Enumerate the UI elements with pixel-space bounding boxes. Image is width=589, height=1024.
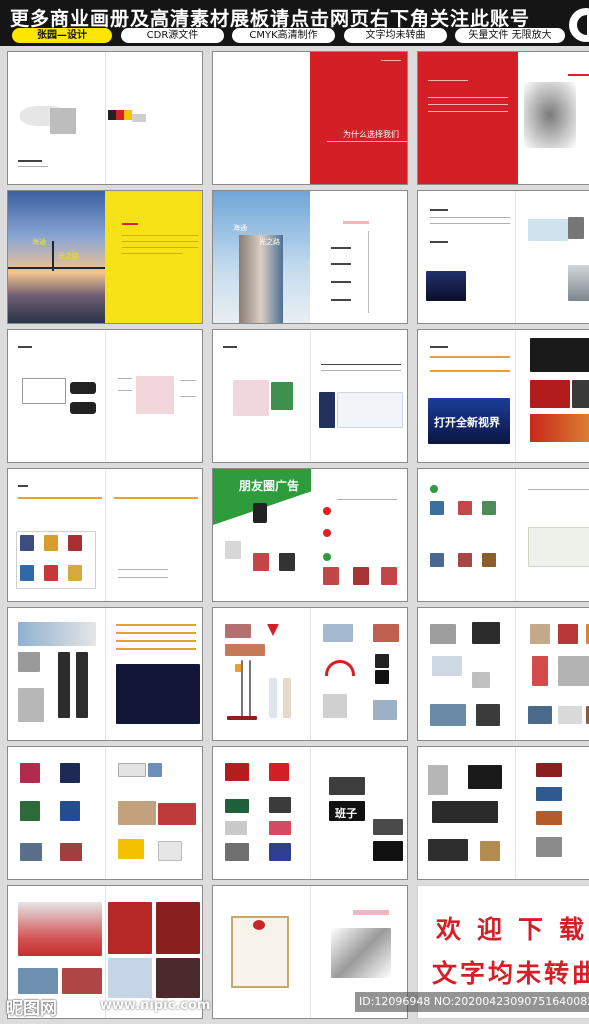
spread-building: 海通 光之路 [212, 190, 408, 324]
tag-text: 文字均未转曲 [344, 28, 447, 43]
promo-header: 更多商业画册及高清素材展板请点击网页右下角关注此账号 张园—设计 CDR源文件 … [0, 0, 589, 46]
calligraphy-banner [528, 219, 568, 241]
spread-green-ad: 朋友圈广告 [212, 468, 408, 602]
spread-red-title: 为什么选择我们 [212, 51, 408, 185]
event-banner-text: 打开全新视界 [434, 416, 500, 429]
blurred-logo [50, 108, 76, 134]
watermark-url[interactable]: www.nipic.com [100, 998, 210, 1013]
watermark-logo: 昵图网 [6, 999, 57, 1019]
spread-text-photos [417, 190, 589, 324]
watermark-id: ID:12096948 NO:20200423090751640082 [355, 992, 589, 1012]
spread-product-list [7, 329, 203, 463]
spread-screens: 打开全新视界 [417, 329, 589, 463]
spread-neon [417, 746, 589, 880]
slogan-top-2: 海通 [233, 224, 247, 232]
tag-designer: 张园—设计 [12, 28, 112, 43]
account-logo-icon [569, 8, 589, 42]
spread-red-horse [417, 51, 589, 185]
tag-cmyk: CMYK高清制作 [232, 28, 335, 43]
green-ad-title: 朋友圈广告 [239, 479, 300, 493]
slogan-top: 海通 [32, 238, 46, 246]
team-silhouette-graphic [331, 928, 391, 978]
spread-signs [7, 746, 203, 880]
spread-cover [7, 51, 203, 185]
horse-photo [524, 82, 576, 148]
spread-product-table [212, 329, 408, 463]
welcome-line-1: 欢迎下载 [436, 915, 589, 944]
culture-wall-photo [18, 902, 102, 956]
spread-bridge: 海通 光之路 [7, 190, 203, 324]
tag-vector: 矢量文件 无限放大 [455, 28, 565, 43]
promo-title: 更多商业画册及高清素材展板请点击网页右下角关注此账号 [10, 8, 531, 30]
spread-heading: 为什么选择我们 [343, 130, 399, 139]
bridge-photo [8, 191, 105, 323]
slogan-bottom-2: 光之路 [259, 238, 280, 246]
spread-map [417, 468, 589, 602]
stage-photo [426, 271, 466, 301]
tag-cdr: CDR源文件 [121, 28, 224, 43]
page-root: 更多商业画册及高清素材展板请点击网页右下角关注此账号 张园—设计 CDR源文件 … [0, 0, 589, 1024]
spread-flags [212, 607, 408, 741]
welcome-line-2: 文字均未转曲 [432, 959, 589, 988]
spread-catalog [7, 468, 203, 602]
spread-letters: 班子 [212, 746, 408, 880]
spread-kiosks [7, 607, 203, 741]
night-stage-photo [116, 664, 200, 724]
letters-sign-text: 班子 [335, 807, 357, 820]
spread-print-items [417, 607, 589, 741]
map-image [528, 527, 589, 567]
slogan-bottom: 光之路 [58, 252, 79, 260]
